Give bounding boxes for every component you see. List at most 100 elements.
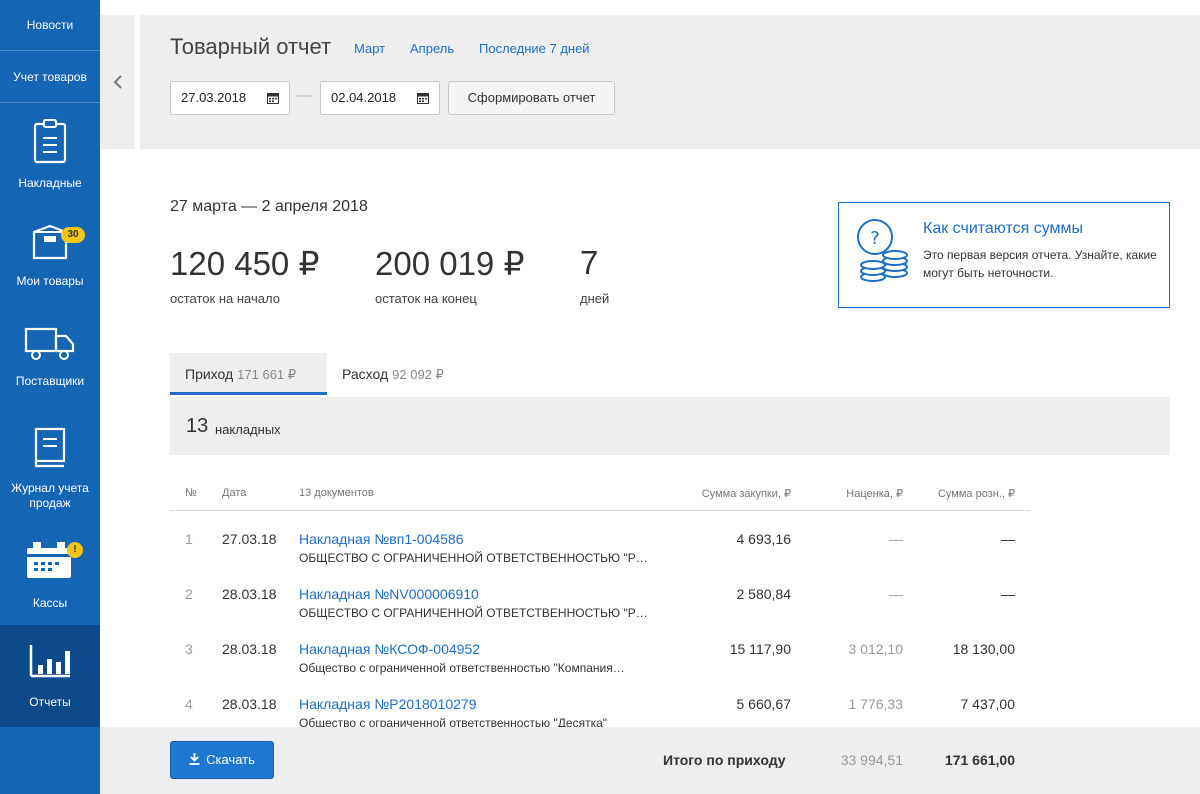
invoice-count-bar: 13 накладных [170,397,1170,455]
column-header-date: Дата [222,487,247,499]
opening-balance-value: 120 450 ₽ [170,245,320,282]
closing-balance-value: 200 019 ₽ [375,245,525,282]
sidebar-item-label: Поставщики [15,374,85,388]
sidebar-item-news[interactable]: Новости [0,0,100,51]
truck-icon [24,327,75,360]
row-number: 1 [185,531,193,547]
purchase-sum: 2 580,84 [736,586,792,602]
days-value: 7 [580,244,599,281]
opening-balance-label: остаток на начало [170,291,280,306]
row-number: 3 [185,641,193,657]
row-number: 2 [185,586,193,602]
sidebar-item-my-goods[interactable]: 30 Мои товары [0,224,100,304]
sidebar-item-suppliers[interactable]: Поставщики [0,326,100,406]
row-number: 4 [185,696,193,712]
column-header-markup[interactable]: Наценка, ₽ [803,487,903,500]
tab-income[interactable]: Приход 171 661 ₽ [170,353,327,395]
invoice-count-label: накладных [215,422,281,437]
date-from-input[interactable]: 27.03.2018 [170,81,290,115]
calendar-icon[interactable] [417,92,429,104]
sidebar-item-label: Мои товары [16,274,84,288]
purchase-sum: 4 693,16 [736,531,792,547]
sidebar: Новости Учет товаров Накладные 30 Мои то… [0,0,100,794]
tab-expense[interactable]: Расход 92 092 ₽ [327,353,477,395]
quick-link-march[interactable]: Март [354,41,385,56]
chart-icon [29,645,70,678]
column-header-documents: 13 документов [299,487,374,499]
svg-text:?: ? [870,228,880,249]
sidebar-item-goods-accounting[interactable]: Учет товаров [0,51,100,103]
report-header: Товарный отчет Март Апрель Последние 7 д… [140,15,1200,149]
coins-help-icon: ? [857,219,908,282]
retail-sum: 18 130,00 [952,641,1015,657]
tab-amount: 171 661 ₽ [237,367,297,382]
markup-sum: 1 776,33 [848,696,904,712]
calendar-icon[interactable] [267,92,279,104]
sidebar-item-sales-journal[interactable]: Журнал учета продаж [0,425,100,515]
sidebar-item-cash-registers[interactable]: ! Кассы [0,540,100,620]
retail-sum: 7 437,00 [960,696,1016,712]
date-to-input[interactable]: 02.04.2018 [320,81,440,115]
purchase-sum: 5 660,67 [736,696,792,712]
page-title: Товарный отчет [170,34,332,59]
download-label: Скачать [206,752,255,767]
markup-sum: 3 012,10 [848,641,904,657]
quick-link-last-7-days[interactable]: Последние 7 дней [479,41,590,56]
sidebar-item-label: Новости [26,18,74,32]
sidebar-item-label: Журнал учета продаж [11,481,89,510]
retail-sum: — [1001,531,1015,547]
info-text: Это первая версия отчета. Узнайте, какие… [923,248,1157,280]
purchase-sum: 15 117,90 [729,641,791,657]
row-date: 28.03.18 [222,696,277,712]
invoice-link[interactable]: Накладная №КСОФ-004952 [299,641,480,657]
total-markup: 33 994,51 [840,752,903,768]
download-button[interactable]: Скачать [170,741,274,779]
report-period: 27 марта — 2 апреля 2018 [170,198,368,215]
table-header-divider [170,510,1030,511]
chevron-left-icon [113,75,122,89]
date-from-value: 27.03.2018 [181,90,247,105]
generate-report-button[interactable]: Сформировать отчет [448,81,615,115]
date-range-separator: — [297,87,313,104]
total-label: Итого по приходу [663,752,786,768]
sidebar-item-label: Кассы [32,596,68,610]
download-icon [189,753,200,765]
sidebar-item-label: Накладные [18,176,82,190]
quick-link-april[interactable]: Апрель [410,41,454,56]
column-header-retail-sum[interactable]: Сумма розн., ₽ [905,487,1015,500]
date-to-value: 02.04.2018 [331,90,397,105]
invoice-count: 13 [186,415,209,437]
book-icon [34,427,66,468]
warning-badge: ! [67,542,83,558]
notification-badge: 30 [61,227,85,243]
supplier-name: ОБЩЕСТВО С ОГРАНИЧЕННОЙ ОТВЕТСТВЕННОСТЬЮ… [299,606,648,620]
sidebar-item-reports[interactable]: Отчеты [0,625,100,727]
total-retail: 171 661,00 [944,752,1015,768]
row-date: 28.03.18 [222,641,277,657]
collapse-sidebar-button[interactable] [100,15,135,149]
supplier-name: ОБЩЕСТВО С ОГРАНИЧЕННОЙ ОТВЕТСТВЕННОСТЬЮ… [299,551,648,565]
closing-balance-label: остаток на конец [375,291,477,306]
markup-sum: — [889,586,903,602]
invoice-link[interactable]: Накладная №вп1-004586 [299,531,464,547]
column-header-purchase-sum[interactable]: Сумма закупки, ₽ [651,487,791,500]
days-label: дней [580,291,610,306]
row-date: 27.03.18 [222,531,277,547]
totals-footer: Скачать Итого по приходу 33 994,51 171 6… [100,727,1200,794]
sidebar-item-label: Отчеты [29,695,71,709]
markup-sum: — [889,531,903,547]
invoice-link[interactable]: Накладная №NV000006910 [299,586,479,602]
tab-label: Приход [185,366,234,382]
sidebar-item-invoices[interactable]: Накладные [0,118,100,198]
clipboard-icon [33,119,67,164]
sidebar-item-label: Учет товаров [13,69,87,84]
invoice-link[interactable]: Накладная №Р2018010279 [299,696,477,712]
supplier-name: Общество с ограниченной ответственностью… [299,661,625,675]
tab-amount: 92 092 ₽ [392,367,444,382]
row-date: 28.03.18 [222,586,277,602]
sums-info-box[interactable]: ? Как считаются суммы Это первая версия … [838,202,1170,308]
tab-label: Расход [342,366,389,382]
info-title[interactable]: Как считаются суммы [923,220,1083,238]
retail-sum: — [1001,586,1015,602]
column-header-number: № [185,487,197,499]
